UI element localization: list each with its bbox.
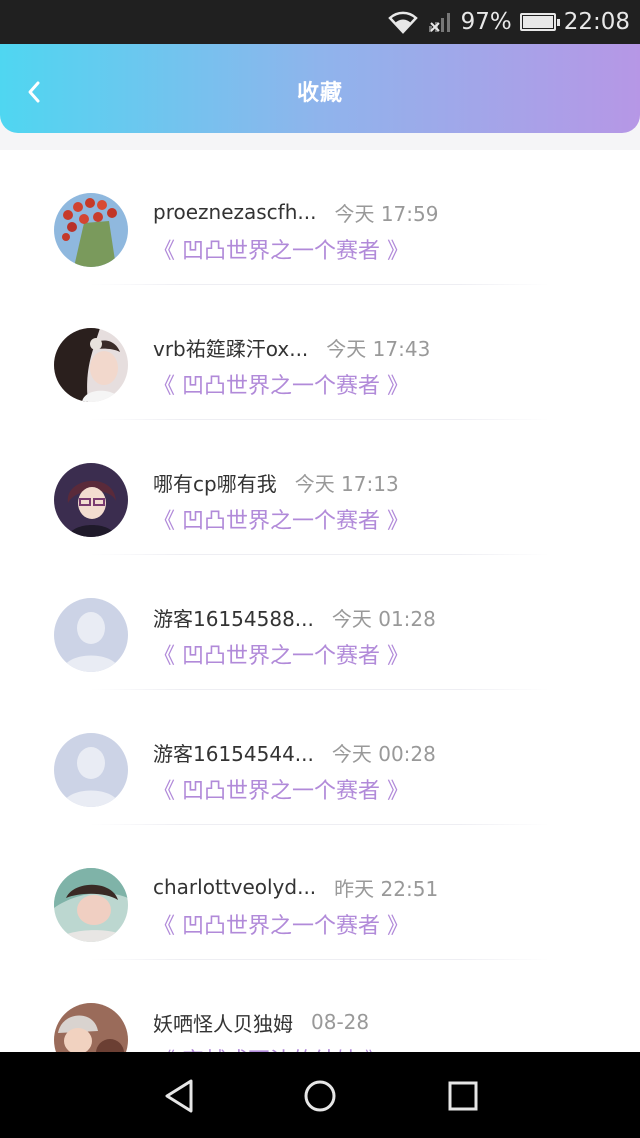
work-title-link[interactable]: 《 凹凸世界之一个赛者 》	[153, 908, 409, 940]
nav-back-button[interactable]	[157, 1074, 201, 1118]
page-title: 收藏	[296, 81, 343, 106]
nav-home-button[interactable]	[298, 1074, 342, 1118]
nickname: proeznezascfh...	[153, 200, 317, 224]
square-recents-icon	[448, 1081, 478, 1111]
work-title-link[interactable]: 《 穿越成百浊的结妹 》	[153, 1043, 387, 1052]
list-item[interactable]: 哪有cp哪有我 今天 17:13 《 凹凸世界之一个赛者 》	[0, 420, 640, 555]
timestamp: 08-28	[311, 1010, 370, 1034]
favorites-list: proeznezascfh... 今天 17:59 《 凹凸世界之一个赛者 》 …	[0, 150, 640, 1052]
list-item[interactable]: proeznezascfh... 今天 17:59 《 凹凸世界之一个赛者 》	[0, 150, 640, 285]
chevron-left-icon	[28, 81, 40, 103]
battery-percent: 97%	[460, 9, 512, 35]
status-icons: 97% 22:08	[387, 0, 630, 44]
nickname: charlottveolyd...	[153, 875, 317, 899]
work-title-link[interactable]: 《 凹凸世界之一个赛者 》	[153, 773, 409, 805]
timestamp: 今天 00:28	[331, 741, 436, 766]
avatar[interactable]	[54, 193, 128, 267]
status-bar: 97% 22:08	[0, 0, 640, 44]
nav-recents-button[interactable]	[441, 1074, 485, 1118]
header-bar: 收藏	[0, 44, 640, 133]
timestamp: 今天 17:59	[334, 201, 439, 226]
signal-icon	[427, 10, 453, 34]
timestamp: 昨天 22:51	[334, 876, 439, 901]
work-title-link[interactable]: 《 凹凸世界之一个赛者 》	[153, 638, 409, 670]
list-item[interactable]: 游客16154588... 今天 01:28 《 凹凸世界之一个赛者 》	[0, 555, 640, 690]
circle-home-icon	[304, 1080, 336, 1112]
system-nav-bar	[0, 1052, 640, 1138]
nickname: 哪有cp哪有我	[153, 471, 277, 496]
nickname: vrb祐筵蹂汗ox...	[153, 336, 309, 361]
nickname: 妖哂怪人贝独姆	[153, 1011, 293, 1036]
list-item[interactable]: 妖哂怪人贝独姆 08-28 《 穿越成百浊的结妹 》	[0, 960, 640, 1052]
work-title-link[interactable]: 《 凹凸世界之一个赛者 》	[153, 233, 409, 265]
timestamp: 今天 17:13	[294, 471, 399, 496]
wifi-icon	[387, 10, 419, 34]
list-item[interactable]: 游客16154544... 今天 00:28 《 凹凸世界之一个赛者 》	[0, 690, 640, 825]
work-title-link[interactable]: 《 凹凸世界之一个赛者 》	[153, 503, 409, 535]
back-button[interactable]	[14, 72, 54, 112]
avatar[interactable]	[54, 463, 128, 537]
timestamp: 今天 01:28	[331, 606, 436, 631]
avatar[interactable]	[54, 328, 128, 402]
clock: 22:08	[563, 9, 630, 35]
default-avatar-icon[interactable]	[54, 733, 128, 807]
nickname: 游客16154588...	[153, 606, 314, 631]
default-avatar-icon[interactable]	[54, 598, 128, 672]
battery-icon	[519, 13, 560, 31]
avatar[interactable]	[54, 1003, 128, 1052]
list-item[interactable]: charlottveolyd... 昨天 22:51 《 凹凸世界之一个赛者 》	[0, 825, 640, 960]
work-title-link[interactable]: 《 凹凸世界之一个赛者 》	[153, 368, 409, 400]
nickname: 游客16154544...	[153, 741, 314, 766]
timestamp: 今天 17:43	[326, 336, 431, 361]
triangle-back-icon	[165, 1079, 193, 1113]
list-item[interactable]: vrb祐筵蹂汗ox... 今天 17:43 《 凹凸世界之一个赛者 》	[0, 285, 640, 420]
avatar[interactable]	[54, 868, 128, 942]
